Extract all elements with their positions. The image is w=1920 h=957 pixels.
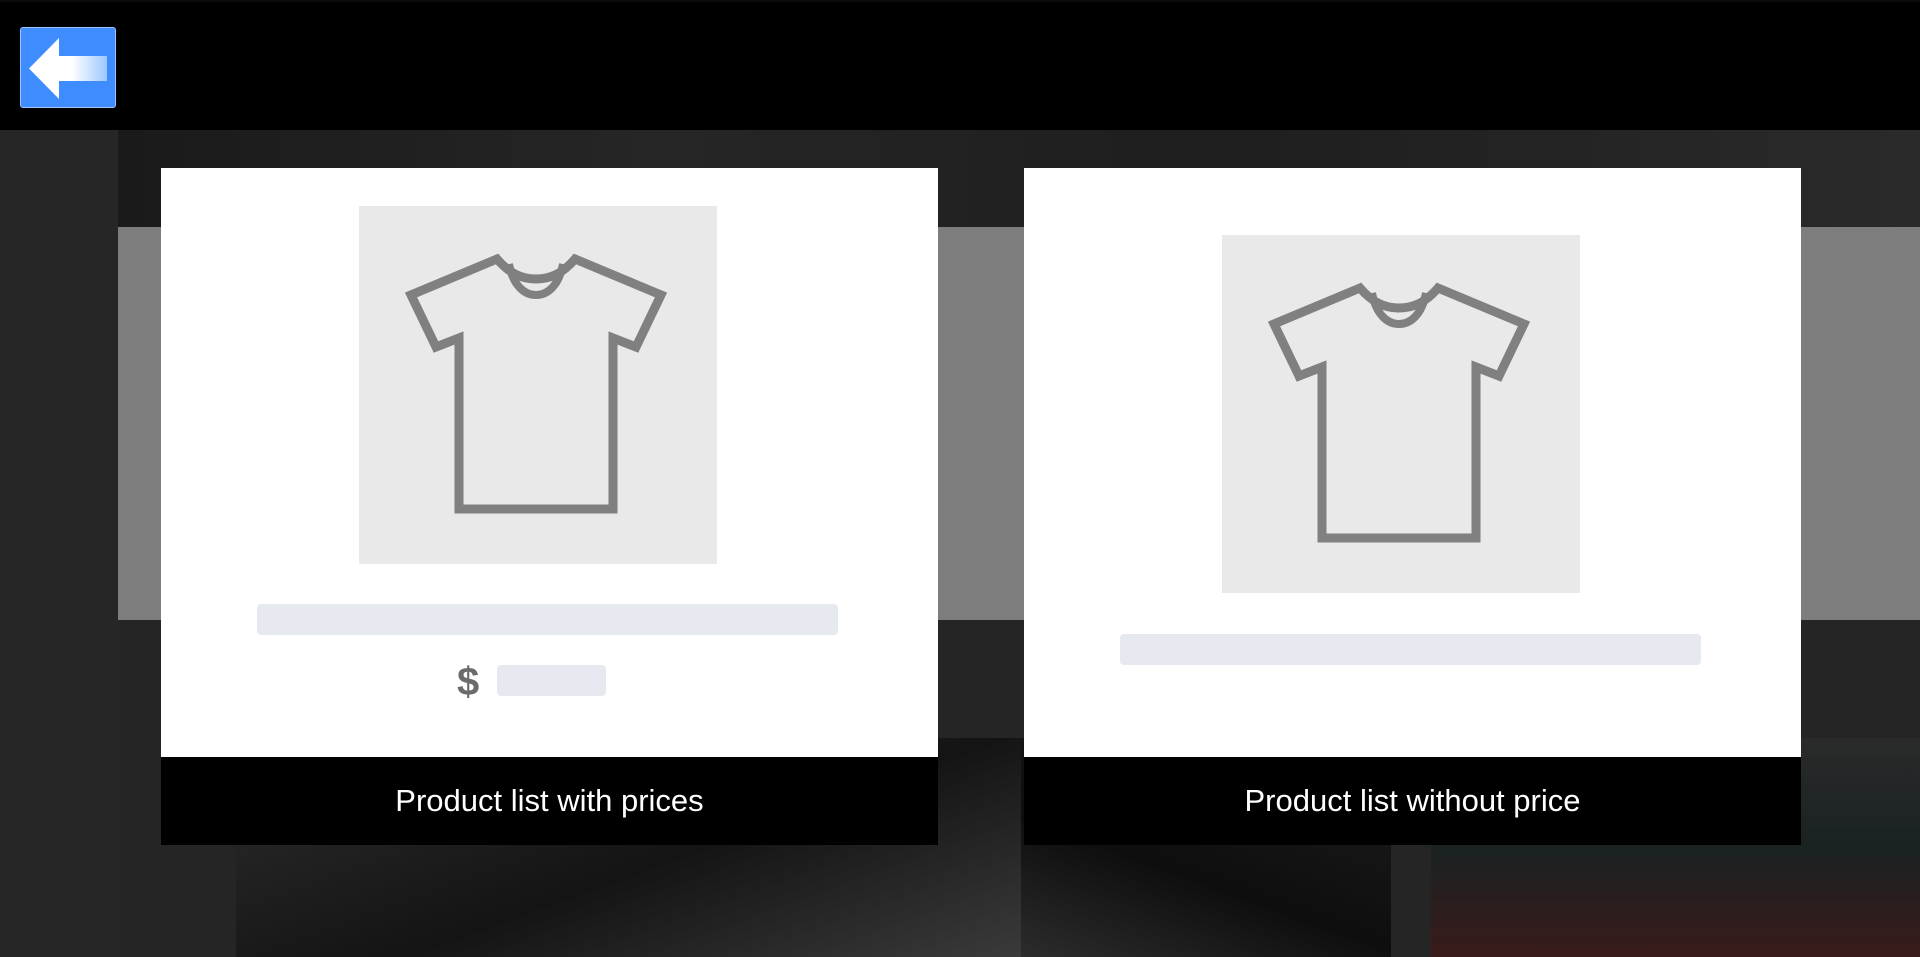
option-label: Product list with prices: [161, 757, 938, 845]
option-label: Product list without price: [1024, 757, 1801, 845]
product-image-placeholder: [1222, 235, 1580, 593]
back-button[interactable]: [20, 27, 116, 108]
background-sidebar: [0, 130, 118, 957]
tshirt-icon: [1267, 282, 1531, 543]
product-name-placeholder: [257, 604, 838, 635]
app-screen: $ Product list with prices Product list …: [0, 0, 1920, 957]
option-product-list-without-price[interactable]: Product list without price: [1024, 168, 1801, 845]
arrow-left-icon: [29, 38, 107, 99]
top-bar: [0, 0, 1920, 130]
tshirt-icon: [404, 253, 668, 514]
price-row: $: [457, 660, 657, 704]
option-product-list-with-prices[interactable]: $ Product list with prices: [161, 168, 938, 845]
product-image-placeholder: [359, 206, 717, 564]
product-name-placeholder: [1120, 634, 1701, 665]
price-placeholder: [497, 665, 606, 696]
currency-symbol: $: [457, 660, 480, 704]
